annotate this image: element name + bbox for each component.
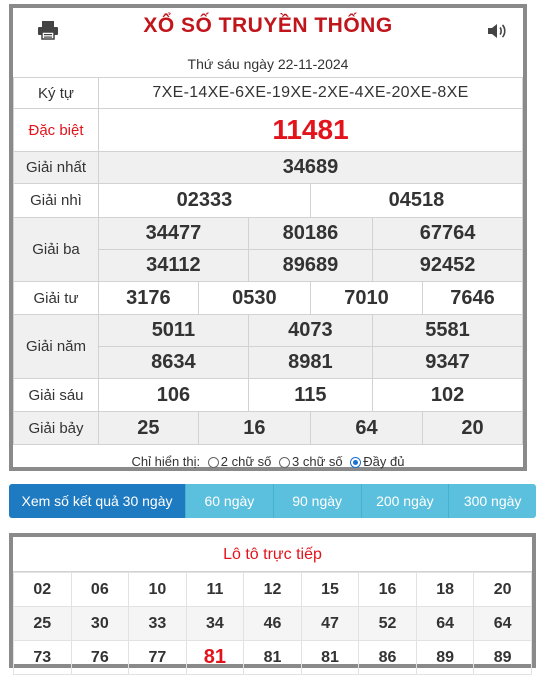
first-prize-number: 34689 <box>98 151 523 184</box>
label-sixth-prize: Giải sáu <box>13 378 99 412</box>
loto-number: 77 <box>128 640 187 675</box>
radio-3-digits[interactable] <box>279 457 291 468</box>
loto-number: 25 <box>13 606 72 641</box>
fifth-prize-number: 5581 <box>372 314 523 347</box>
tab-30-days[interactable]: Xem số kết quả 30 ngày <box>9 484 186 518</box>
label-first-prize: Giải nhất <box>13 151 99 184</box>
speaker-icon[interactable] <box>487 22 507 40</box>
radio-3-digits-label[interactable]: 3 chữ số <box>292 454 343 469</box>
label-fifth-prize: Giải năm <box>13 314 99 379</box>
draw-date: Thứ sáu ngày 22-11-2024 <box>187 56 349 72</box>
fifth-prize-number: 4073 <box>247 314 374 347</box>
loto-number: 64 <box>415 606 475 641</box>
sixth-prize-number: 115 <box>247 378 374 412</box>
fifth-prize-number: 5011 <box>98 314 249 347</box>
sixth-prize-number: 102 <box>372 378 523 412</box>
page-title: XỔ SỐ TRUYỀN THỐNG <box>143 14 393 37</box>
tab-60-days[interactable]: 60 ngày <box>186 484 274 518</box>
tab-300-days[interactable]: 300 ngày <box>449 484 536 518</box>
label-second-prize: Giải nhì <box>13 183 99 218</box>
loto-number: 46 <box>243 606 302 641</box>
kytu-value: 7XE-14XE-6XE-19XE-2XE-4XE-20XE-8XE <box>98 77 523 109</box>
tab-200-days[interactable]: 200 ngày <box>361 484 450 518</box>
loto-number: 16 <box>358 572 417 607</box>
loto-number: 10 <box>128 572 187 607</box>
seventh-prize-number: 25 <box>98 411 199 445</box>
results-table: Ký tự 7XE-14XE-6XE-19XE-2XE-4XE-20XE-8XE… <box>13 77 524 445</box>
third-prize-number: 34477 <box>98 217 249 250</box>
fourth-prize-number: 7646 <box>421 281 524 315</box>
label-fourth-prize: Giải tư <box>13 281 99 315</box>
label-kytu: Ký tự <box>13 77 99 109</box>
radio-2-digits[interactable] <box>207 457 219 468</box>
fifth-prize-number: 9347 <box>372 346 523 379</box>
loto-number: 18 <box>415 572 475 607</box>
loto-number: 64 <box>473 606 532 641</box>
loto-number: 11 <box>185 572 245 607</box>
radio-full[interactable] <box>350 457 362 468</box>
third-prize-number: 34112 <box>98 249 249 282</box>
loto-number: 86 <box>358 640 417 675</box>
loto-number: 52 <box>358 606 417 641</box>
loto-number: 89 <box>473 640 532 675</box>
second-prize-number: 04518 <box>309 183 524 218</box>
fifth-prize-number: 8981 <box>247 346 374 379</box>
display-options-label: Chỉ hiển thị: <box>131 454 201 469</box>
display-options: Chỉ hiển thị: 2 chữ số 3 chữ số Đầy đủ <box>13 454 523 469</box>
loto-number: 02 <box>13 572 72 607</box>
special-prize-number: 11481 <box>98 108 523 152</box>
second-prize-number: 02333 <box>98 183 311 218</box>
loto-number: 20 <box>473 572 532 607</box>
loto-number: 34 <box>185 606 245 641</box>
loto-number: 15 <box>300 572 360 607</box>
loto-number: 12 <box>243 572 302 607</box>
seventh-prize-number: 20 <box>421 411 524 445</box>
loto-number: 47 <box>300 606 360 641</box>
history-tabs: Xem số kết quả 30 ngày 60 ngày 90 ngày 2… <box>9 484 536 518</box>
label-special-prize: Đặc biệt <box>13 108 99 152</box>
loto-number: 73 <box>13 640 72 675</box>
radio-full-label[interactable]: Đầy đủ <box>363 454 404 469</box>
fifth-prize-number: 8634 <box>98 346 249 379</box>
loto-number: 33 <box>128 606 187 641</box>
label-third-prize: Giải ba <box>13 217 99 282</box>
loto-table: 02 06 10 11 12 15 16 18 20 25 30 33 34 4… <box>13 572 532 675</box>
results-panel: XỔ SỐ TRUYỀN THỐNG Thứ sáu ngày 22-11-20… <box>9 4 527 471</box>
loto-title: Lô tô trực tiếp <box>13 537 532 572</box>
fourth-prize-number: 7010 <box>309 281 423 315</box>
loto-number: 76 <box>70 640 130 675</box>
third-prize-number: 92452 <box>372 249 523 282</box>
seventh-prize-number: 64 <box>309 411 423 445</box>
loto-panel: Lô tô trực tiếp 02 06 10 11 12 15 16 18 … <box>9 533 536 675</box>
third-prize-number: 80186 <box>247 217 374 250</box>
loto-number: 06 <box>70 572 130 607</box>
loto-number-special: 81 <box>185 640 245 675</box>
seventh-prize-number: 16 <box>197 411 311 445</box>
tab-90-days[interactable]: 90 ngày <box>273 484 362 518</box>
third-prize-number: 89689 <box>247 249 374 282</box>
radio-2-digits-label[interactable]: 2 chữ số <box>221 454 272 469</box>
fourth-prize-number: 0530 <box>197 281 311 315</box>
loto-number: 30 <box>70 606 130 641</box>
fourth-prize-number: 3176 <box>98 281 199 315</box>
loto-number: 81 <box>243 640 302 675</box>
sixth-prize-number: 106 <box>98 378 249 412</box>
loto-number: 89 <box>415 640 475 675</box>
loto-number: 81 <box>300 640 360 675</box>
label-seventh-prize: Giải bảy <box>13 411 99 445</box>
third-prize-number: 67764 <box>372 217 523 250</box>
